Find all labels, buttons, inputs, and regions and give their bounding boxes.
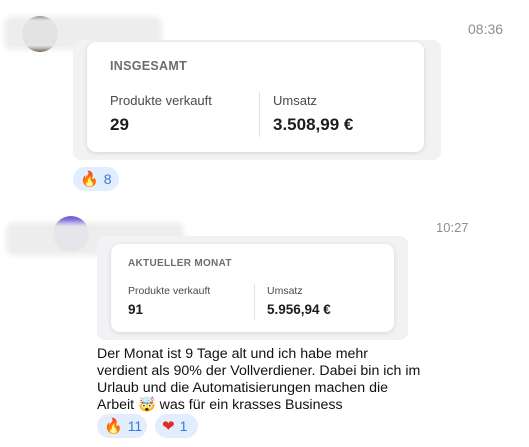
card-divider — [254, 284, 255, 320]
message-bubble-1[interactable]: INSGESAMT Produkte verkauft 29 Umsatz 3.… — [73, 40, 441, 160]
revenue-label: Umsatz — [267, 285, 303, 297]
reaction-fire-2[interactable]: 🔥 11 — [97, 414, 147, 438]
stats-card-month: AKTUELLER MONAT Produkte verkauft 91 Ums… — [111, 244, 394, 332]
message-time-2: 10:27 — [436, 220, 469, 235]
message-text-2: Der Monat ist 9 Tage alt und ich habe me… — [97, 346, 421, 413]
reaction-heart-2[interactable]: ❤ 1 — [155, 414, 198, 438]
products-sold-label: Produkte verkauft — [128, 285, 211, 297]
fire-icon: 🔥 — [80, 170, 99, 188]
fire-icon: 🔥 — [104, 417, 123, 435]
reaction-fire-1[interactable]: 🔥 8 — [73, 167, 120, 191]
message-time-1: 08:36 — [468, 21, 504, 37]
revenue-value: 3.508,99 € — [273, 115, 354, 134]
message-bubble-2[interactable]: AKTUELLER MONAT Produkte verkauft 91 Ums… — [97, 236, 408, 340]
products-sold-label: Produkte verkauft — [110, 93, 212, 108]
heart-icon: ❤ — [162, 417, 175, 435]
card-title: INSGESAMT — [110, 59, 188, 73]
card-title: AKTUELLER MONAT — [128, 258, 232, 269]
products-sold-value: 29 — [110, 115, 129, 134]
card-divider — [259, 92, 260, 137]
stats-card-total: INSGESAMT Produkte verkauft 29 Umsatz 3.… — [87, 42, 424, 152]
revenue-value: 5.956,94 € — [267, 302, 331, 317]
products-sold-value: 91 — [128, 302, 144, 317]
reaction-count: 11 — [127, 418, 143, 434]
revenue-label: Umsatz — [273, 93, 318, 108]
reaction-count: 8 — [103, 171, 112, 187]
reaction-count: 1 — [179, 418, 188, 434]
